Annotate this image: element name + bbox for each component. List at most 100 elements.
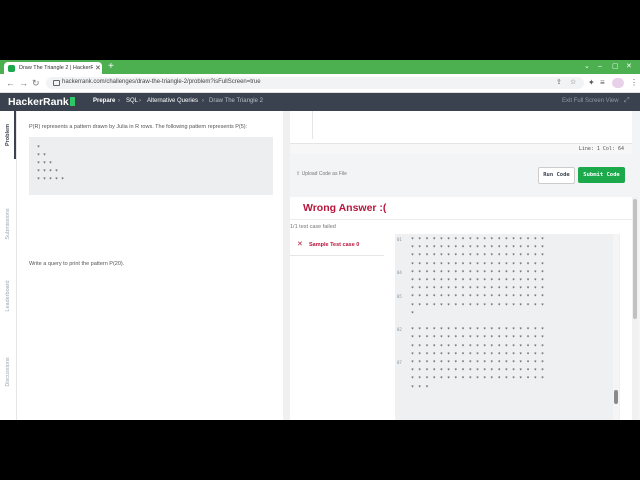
tab-problem-label: Problem	[5, 123, 11, 147]
output-row: * * * * * * * * * * * * * * * * * * *	[411, 327, 545, 334]
browser-toolbar: ← → ↻ hackerrank.com/challenges/draw-the…	[0, 74, 640, 93]
output-line-number: 05	[397, 294, 402, 300]
lock-icon[interactable]	[53, 80, 60, 86]
tab-leaderboard-label: Leaderboard	[5, 280, 11, 312]
breadcrumb-prepare[interactable]: Prepare	[93, 98, 115, 104]
output-row: * * * * * * * * * * * * * * * * * * *	[411, 261, 545, 268]
panel-splitter[interactable]	[283, 111, 290, 420]
problem-task: Write a query to print the pattern P(20)…	[29, 261, 125, 267]
output-row: * * * * * * * * * * * * * * * * * * *	[411, 294, 545, 301]
upload-code-link[interactable]: ⇧ Upload Code as File	[296, 171, 347, 177]
editor-gutter	[312, 111, 313, 139]
output-line-number: 07	[397, 360, 402, 365]
hackerrank-favicon-icon	[8, 64, 15, 72]
breadcrumb-separator: ›	[118, 98, 120, 104]
close-window-icon[interactable]: ✕	[626, 62, 632, 72]
new-tab-icon[interactable]: +	[108, 61, 114, 73]
tab-discussions[interactable]: Discussions	[0, 337, 16, 407]
output-scrollbar[interactable]	[613, 234, 619, 420]
editor-status-bar: Line: 1 Col: 64	[290, 143, 632, 154]
url-text[interactable]: hackerrank.com/challenges/draw-the-trian…	[62, 79, 261, 85]
upload-label: Upload Code as File	[301, 171, 347, 177]
result-card: Wrong Answer :( 1/1 test case failed ✕ S…	[290, 197, 632, 420]
browser-tab[interactable]: Draw The Triangle 2 | HackerRank ✕	[4, 62, 102, 74]
active-tab-indicator	[14, 111, 16, 159]
submit-code-button[interactable]: Submit Code	[578, 167, 625, 183]
output-row: * * * * * * * * * * * * * * * * * * *	[411, 302, 545, 309]
tab-search-icon[interactable]: ⌄	[584, 62, 590, 72]
tab-leaderboard[interactable]: Leaderboard	[0, 261, 16, 331]
output-row: * * * * * * * * * * * * * * * * * * *	[411, 237, 545, 243]
output-line-number: 01	[397, 237, 402, 242]
pattern-example: * * * * * * * * * * * * * * *	[29, 137, 273, 195]
forward-arrow-icon[interactable]: →	[19, 78, 28, 88]
cursor-position: Line: 1 Col: 64	[578, 146, 624, 152]
test-case-item[interactable]: ✕ Sample Test case 0	[290, 235, 384, 256]
hackerrank-logo[interactable]: HackerRank	[8, 96, 75, 108]
output-row: * * * * * * * * * * * * * * * * * * *	[411, 376, 545, 383]
address-bar[interactable]: hackerrank.com/challenges/draw-the-trian…	[46, 77, 584, 89]
output-row: * * * * * * * * * * * * * * * * * * *	[411, 253, 545, 260]
output-row: * * * * * * * * * * * * * * * * * * *	[411, 245, 545, 252]
breadcrumb-alternative-queries[interactable]: Alternative Queries	[147, 98, 198, 104]
test-case-list: ✕ Sample Test case 0	[290, 235, 394, 420]
breadcrumb-separator: ›	[202, 98, 204, 104]
bookmark-star-icon[interactable]: ☆	[570, 78, 576, 88]
tab-submissions-label: Submissions	[5, 208, 11, 240]
maximize-icon[interactable]: ▢	[612, 62, 619, 72]
test-case-label: Sample Test case 0	[309, 242, 360, 248]
profile-avatar[interactable]	[612, 78, 624, 88]
back-arrow-icon[interactable]: ←	[6, 78, 15, 88]
breadcrumb-separator: ›	[139, 98, 141, 104]
exit-full-screen-icon[interactable]: ⤢	[624, 97, 630, 105]
pattern-line: * * * * *	[37, 177, 65, 183]
output-row: * * * * * * * * * * * * * * * * * * *	[411, 343, 545, 350]
output-row: * * * * * * * * * * * * * * * * * * *	[411, 335, 545, 342]
output-row: * * * * * * * * * * * * * * * * * * *	[411, 278, 545, 284]
menu-kebab-icon[interactable]: ⋮	[630, 78, 638, 88]
problem-panel: P(R) represents a pattern drawn by Julia…	[17, 111, 283, 420]
output-row: * * * * * * * * * * * * * * * * * * *	[411, 269, 545, 276]
pattern-line: * * * *	[37, 169, 59, 175]
test-summary: 1/1 test case failed	[290, 224, 336, 230]
browser-window: Draw The Triangle 2 | HackerRank ✕ + ⌄ –…	[0, 60, 640, 420]
editor-panel: Line: 1 Col: 64 ⇧ Upload Code as File Ru…	[290, 111, 640, 420]
panel-scroll-thumb[interactable]	[633, 199, 637, 319]
output-row: *	[411, 310, 415, 317]
divider	[290, 219, 632, 220]
tab-strip: Draw The Triangle 2 | HackerRank ✕ + ⌄ –…	[0, 60, 640, 74]
output-row: * * * * * * * * * * * * * * * * * * *	[411, 286, 545, 293]
panel-scrollbar[interactable]	[632, 197, 638, 420]
tab-title: Draw The Triangle 2 | HackerRank	[19, 65, 93, 71]
close-tab-icon[interactable]: ✕	[95, 64, 101, 72]
breadcrumb-sql[interactable]: SQL	[126, 98, 138, 104]
output-panel: 01 * * * * * * * * * * * * * * * * * * * *…	[395, 234, 620, 420]
pattern-line: *	[37, 145, 41, 151]
failed-x-icon: ✕	[297, 241, 303, 248]
reading-list-icon[interactable]: ≡	[600, 78, 605, 88]
share-icon[interactable]: ⇪	[556, 78, 562, 88]
run-code-button[interactable]: Run Code	[538, 167, 575, 184]
tab-discussions-label: Discussions	[5, 357, 11, 387]
pattern-line: * *	[37, 153, 47, 159]
side-tabs: Problem Submissions Leaderboard Discussi…	[0, 111, 17, 420]
output-line-number: 02	[397, 327, 402, 333]
tab-submissions[interactable]: Submissions	[0, 189, 16, 259]
hackerrank-header: HackerRank Prepare › SQL › Alternative Q…	[0, 93, 640, 111]
result-heading: Wrong Answer :(	[303, 202, 387, 214]
output-line-number: 04	[397, 269, 402, 275]
problem-intro: P(R) represents a pattern drawn by Julia…	[29, 124, 248, 130]
minimize-icon[interactable]: –	[598, 62, 602, 72]
exit-full-screen-link[interactable]: Exit Full Screen View	[562, 98, 619, 104]
output-row: * * * * * * * * * * * * * * * * * * *	[411, 351, 545, 358]
upload-icon: ⇧	[296, 171, 301, 177]
breadcrumb-current: Draw The Triangle 2	[209, 98, 263, 104]
tab-problem[interactable]: Problem	[0, 111, 16, 159]
extensions-icon[interactable]: ✦	[588, 78, 595, 88]
output-row: * * * * * * * * * * * * * * * * * * *	[411, 368, 545, 375]
output-row: * * *	[411, 384, 430, 391]
logo-mark-icon	[69, 97, 75, 106]
code-editor[interactable]: Line: 1 Col: 64	[290, 111, 632, 154]
reload-icon[interactable]: ↻	[32, 78, 40, 88]
output-scroll-thumb[interactable]	[614, 390, 618, 404]
